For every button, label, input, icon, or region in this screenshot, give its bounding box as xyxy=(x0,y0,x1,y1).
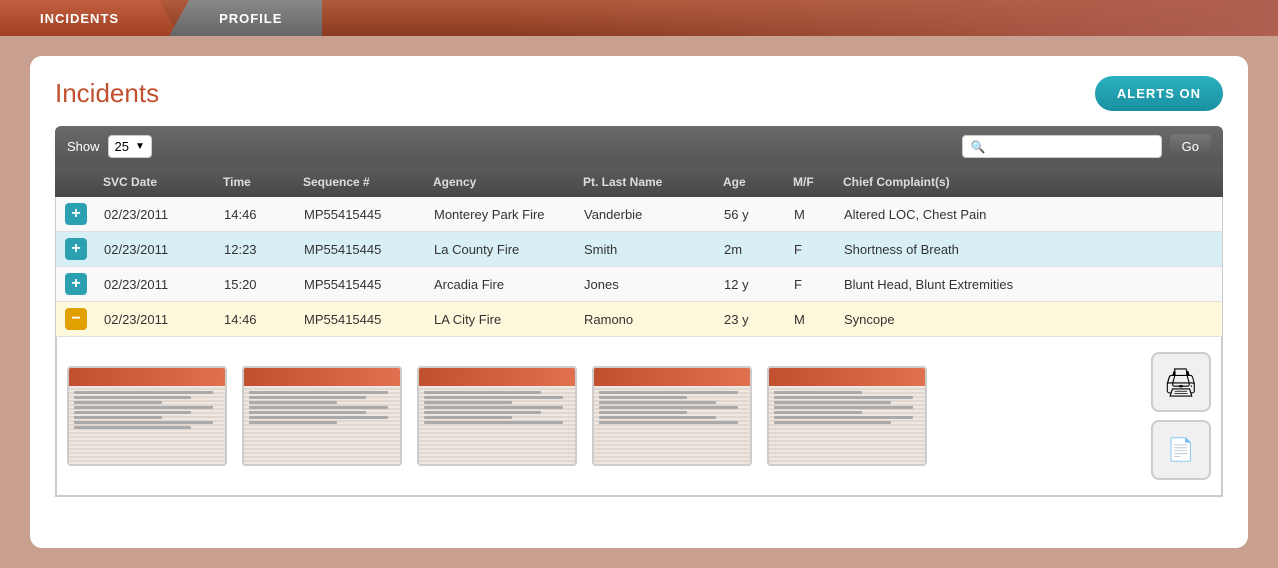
td-agency-2: La County Fire xyxy=(426,242,576,257)
page-title: Incidents xyxy=(55,78,159,109)
td-agency-1: Monterey Park Fire xyxy=(426,207,576,222)
nav-tab-incidents[interactable]: INCIDENTS xyxy=(0,0,179,36)
td-sequence-2: MP55415445 xyxy=(296,242,426,257)
doc-thumbnail-3[interactable] xyxy=(417,366,577,466)
col-header-mf: M/F xyxy=(785,175,835,189)
td-agency-4: LA City Fire xyxy=(426,312,576,327)
td-sequence-4: MP55415445 xyxy=(296,312,426,327)
nav-tab-profile[interactable]: PROFILE xyxy=(169,0,322,36)
show-select[interactable]: 25 ▼ xyxy=(108,135,152,158)
td-lastname-1: Vanderbie xyxy=(576,207,716,222)
table-container: + 02/23/2011 14:46 MP55415445 Monterey P… xyxy=(55,197,1223,497)
col-header-lastname: Pt. Last Name xyxy=(575,175,715,189)
go-button[interactable]: Go xyxy=(1170,134,1211,159)
printer-icon: 🖨 xyxy=(1163,366,1199,399)
table-row: + 02/23/2011 15:20 MP55415445 Arcadia Fi… xyxy=(56,267,1222,302)
doc-thumbnail-1[interactable] xyxy=(67,366,227,466)
doc-thumbnail-2[interactable] xyxy=(242,366,402,466)
print-button[interactable]: 🖨 xyxy=(1151,352,1211,412)
table-row: + 02/23/2011 12:23 MP55415445 La County … xyxy=(56,232,1222,267)
nav-tab-profile-label: PROFILE xyxy=(219,11,282,26)
card: Incidents ALERTS ON Show 25 ▼ 🔍 Go SVC D… xyxy=(30,56,1248,548)
col-header-sequence: Sequence # xyxy=(295,175,425,189)
td-mf-1: M xyxy=(786,207,836,222)
table-header: SVC Date Time Sequence # Agency Pt. Last… xyxy=(55,167,1223,197)
td-expand-3: + xyxy=(56,273,96,295)
table-row-highlighted: − 02/23/2011 14:46 MP55415445 LA City Fi… xyxy=(56,302,1222,337)
td-svcdate-3: 02/23/2011 xyxy=(96,277,216,292)
docs-row: 🖨 📄 xyxy=(56,337,1222,496)
doc-thumbnail-4[interactable] xyxy=(592,366,752,466)
controls-row: Show 25 ▼ 🔍 Go xyxy=(55,126,1223,167)
table-row: + 02/23/2011 14:46 MP55415445 Monterey P… xyxy=(56,197,1222,232)
td-complaint-4: Syncope xyxy=(836,312,1222,327)
td-expand-4: − xyxy=(56,308,96,330)
td-age-2: 2m xyxy=(716,242,786,257)
col-header-age: Age xyxy=(715,175,785,189)
td-age-4: 23 y xyxy=(716,312,786,327)
td-sequence-1: MP55415445 xyxy=(296,207,426,222)
doc-thumbnail-5[interactable] xyxy=(767,366,927,466)
td-sequence-3: MP55415445 xyxy=(296,277,426,292)
td-mf-3: F xyxy=(786,277,836,292)
top-nav: INCIDENTS PROFILE xyxy=(0,0,1278,36)
search-icon: 🔍 xyxy=(971,140,986,154)
td-lastname-2: Smith xyxy=(576,242,716,257)
collapse-button-4[interactable]: − xyxy=(65,308,87,330)
td-svcdate-4: 02/23/2011 xyxy=(96,312,216,327)
td-age-3: 12 y xyxy=(716,277,786,292)
expand-button-1[interactable]: + xyxy=(65,203,87,225)
td-time-3: 15:20 xyxy=(216,277,296,292)
td-complaint-3: Blunt Head, Blunt Extremities xyxy=(836,277,1222,292)
search-input[interactable] xyxy=(992,139,1152,154)
printer-group: 🖨 📄 xyxy=(1151,352,1211,480)
td-lastname-4: Ramono xyxy=(576,312,716,327)
td-lastname-3: Jones xyxy=(576,277,716,292)
td-agency-3: Arcadia Fire xyxy=(426,277,576,292)
td-svcdate-2: 02/23/2011 xyxy=(96,242,216,257)
col-header-svcdate: SVC Date xyxy=(95,175,215,189)
td-time-2: 12:23 xyxy=(216,242,296,257)
nav-tab-incidents-label: INCIDENTS xyxy=(40,11,119,26)
col-header-complaint: Chief Complaint(s) xyxy=(835,175,1223,189)
td-time-4: 14:46 xyxy=(216,312,296,327)
nav-divider xyxy=(511,0,1278,36)
td-mf-2: F xyxy=(786,242,836,257)
td-time-1: 14:46 xyxy=(216,207,296,222)
col-header-time: Time xyxy=(215,175,295,189)
show-value: 25 xyxy=(115,139,129,154)
td-complaint-1: Altered LOC, Chest Pain xyxy=(836,207,1222,222)
td-age-1: 56 y xyxy=(716,207,786,222)
col-header-expand xyxy=(55,175,95,189)
td-complaint-2: Shortness of Breath xyxy=(836,242,1222,257)
card-header: Incidents ALERTS ON xyxy=(55,76,1223,111)
search-box: 🔍 xyxy=(962,135,1162,158)
td-mf-4: M xyxy=(786,312,836,327)
show-label: Show xyxy=(67,139,100,154)
expand-button-3[interactable]: + xyxy=(65,273,87,295)
td-expand-2: + xyxy=(56,238,96,260)
dropdown-icon: ▼ xyxy=(135,141,145,152)
td-svcdate-1: 02/23/2011 xyxy=(96,207,216,222)
print-button-2[interactable]: 📄 xyxy=(1151,420,1211,480)
alerts-button[interactable]: ALERTS ON xyxy=(1095,76,1223,111)
expand-button-2[interactable]: + xyxy=(65,238,87,260)
col-header-agency: Agency xyxy=(425,175,575,189)
td-expand-1: + xyxy=(56,203,96,225)
main-content: Incidents ALERTS ON Show 25 ▼ 🔍 Go SVC D… xyxy=(0,36,1278,568)
printer2-icon: 📄 xyxy=(1167,437,1194,463)
